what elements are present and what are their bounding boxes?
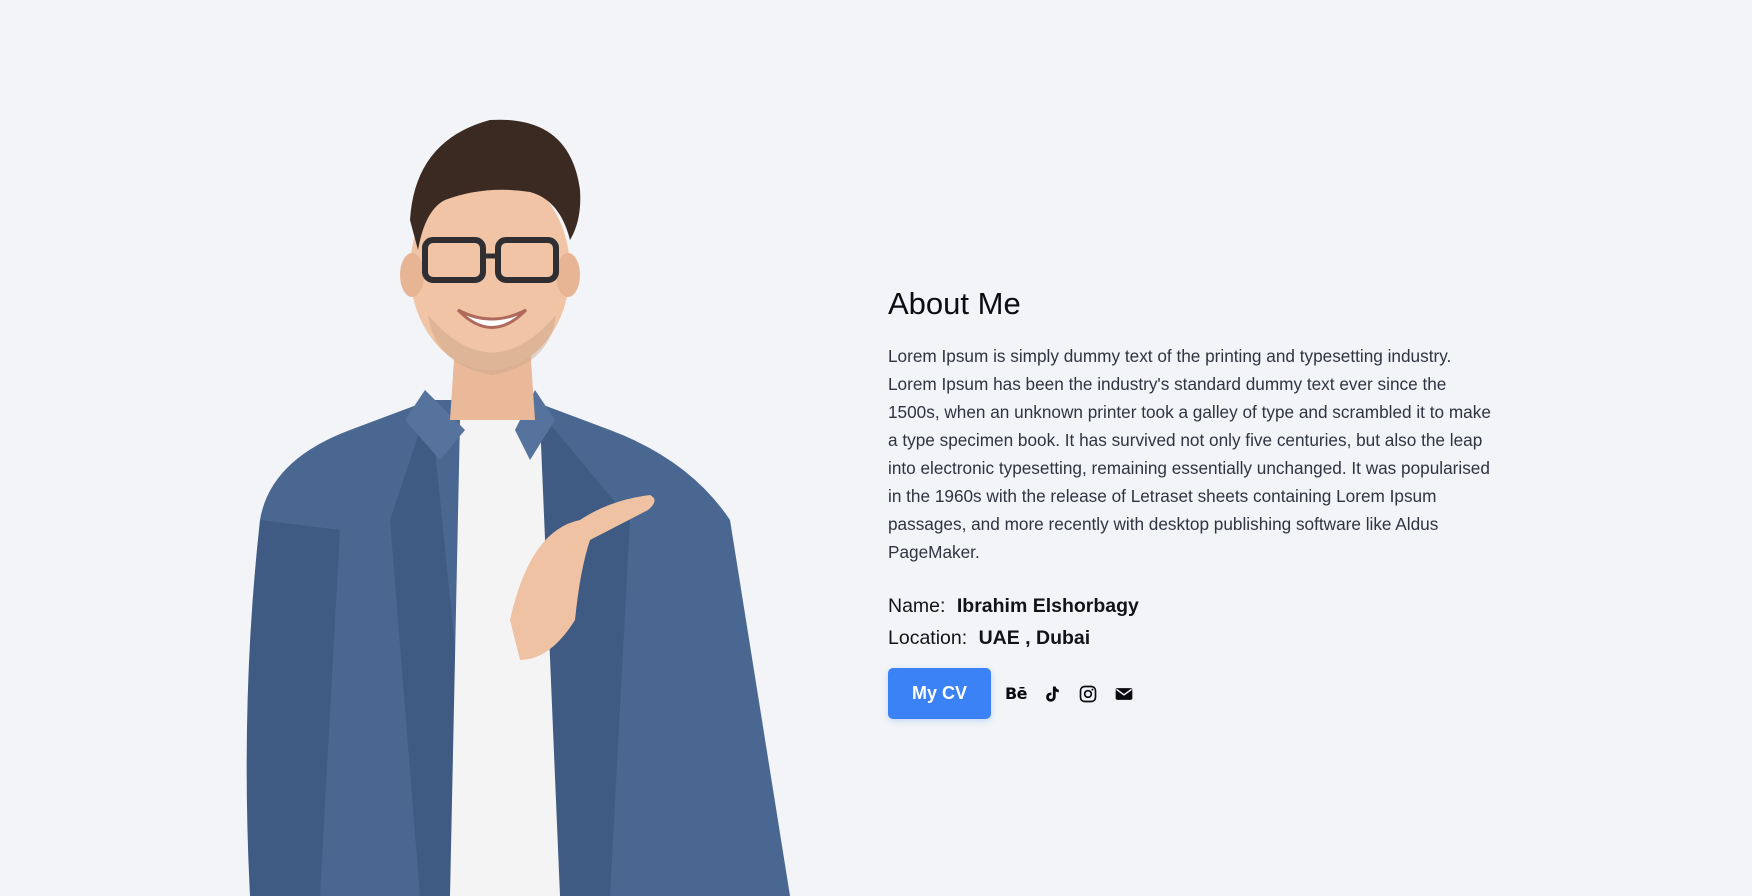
name-value: Ibrahim Elshorbagy: [956, 595, 1139, 617]
location-value: UAE , Dubai: [978, 627, 1091, 649]
about-section: About Me Lorem Ipsum is simply dummy tex…: [888, 284, 1498, 719]
personal-info: Name: Ibrahim Elshorbagy Location: UAE ,…: [888, 590, 1498, 654]
about-title: About Me: [888, 286, 1021, 321]
name-row: Name: Ibrahim Elshorbagy: [888, 590, 1498, 622]
actions-row: My CV Bē: [888, 668, 1498, 719]
behance-icon-glyph: Bē: [1004, 684, 1028, 703]
location-row: Location: UAE , Dubai: [888, 622, 1498, 654]
tiktok-icon[interactable]: [1041, 683, 1063, 705]
email-icon[interactable]: [1113, 683, 1135, 705]
social-links: Bē: [1005, 683, 1135, 705]
about-page: About Me Lorem Ipsum is simply dummy tex…: [0, 0, 1752, 896]
instagram-icon[interactable]: [1077, 683, 1099, 705]
location-label: Location:: [888, 627, 968, 649]
name-label: Name:: [888, 595, 946, 617]
profile-photo: [230, 100, 870, 896]
my-cv-button[interactable]: My CV: [888, 668, 991, 719]
behance-icon[interactable]: Bē: [1004, 683, 1028, 705]
about-description: Lorem Ipsum is simply dummy text of the …: [888, 346, 1491, 562]
